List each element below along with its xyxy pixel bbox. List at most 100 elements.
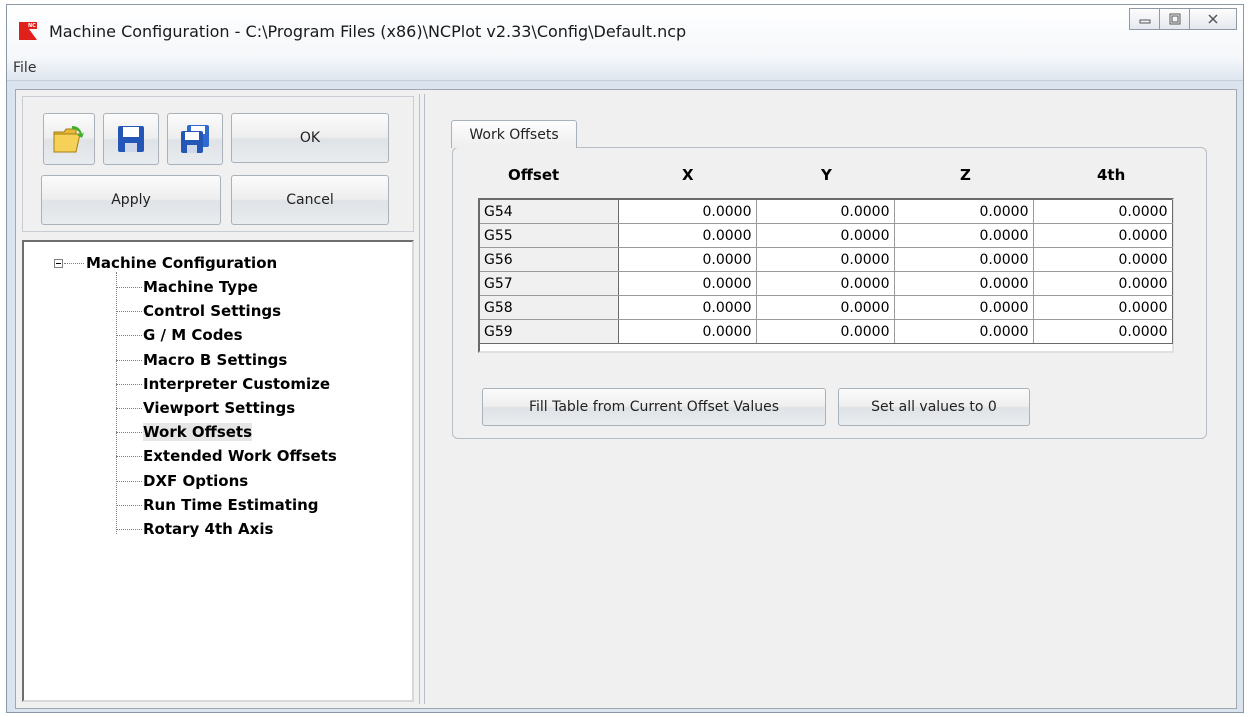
offset-value-cell[interactable]: 0.0000 xyxy=(618,271,757,296)
svg-text:NC: NC xyxy=(28,23,36,29)
offset-value-cell[interactable]: 0.0000 xyxy=(756,319,895,344)
minimize-button[interactable] xyxy=(1129,8,1159,30)
cancel-label: Cancel xyxy=(286,192,334,208)
offset-value-cell[interactable]: 0.0000 xyxy=(1033,271,1173,296)
app-icon: NC xyxy=(19,22,37,40)
table-row: G59 0.0000 0.0000 0.0000 0.0000 xyxy=(480,319,1173,344)
tree-connector xyxy=(116,359,142,361)
tree-item-work-offsets[interactable]: Work Offsets xyxy=(143,423,253,442)
maximize-button[interactable] xyxy=(1159,8,1189,30)
offset-value-cell[interactable]: 0.0000 xyxy=(894,271,1034,296)
open-folder-icon xyxy=(53,126,84,153)
main-window: NC Machine Configuration - C:\Program Fi… xyxy=(6,4,1244,713)
tree-connector xyxy=(116,456,142,458)
offset-value-cell[interactable]: 0.0000 xyxy=(756,247,895,272)
tree-connector xyxy=(116,504,142,506)
offset-value-cell[interactable]: 0.0000 xyxy=(618,223,757,248)
set-all-zero-button[interactable]: Set all values to 0 xyxy=(838,388,1030,426)
left-panel: OK Apply Cancel Machine Configuration Ma… xyxy=(22,96,414,702)
tree-root-machine-configuration[interactable]: Machine Configuration xyxy=(86,254,277,272)
splitter[interactable] xyxy=(419,94,420,704)
offset-value-cell[interactable]: 0.0000 xyxy=(618,295,757,320)
splitter-edge xyxy=(424,94,425,704)
cancel-button[interactable]: Cancel xyxy=(231,175,389,225)
save-button[interactable] xyxy=(103,113,159,165)
apply-button[interactable]: Apply xyxy=(41,175,221,225)
offset-code-cell: G55 xyxy=(480,223,619,248)
offset-value-cell[interactable]: 0.0000 xyxy=(1033,247,1173,272)
apply-label: Apply xyxy=(111,192,151,208)
tree-item-viewport-settings[interactable]: Viewport Settings xyxy=(143,399,295,417)
tree-item-control-settings[interactable]: Control Settings xyxy=(143,302,281,320)
offset-value-cell[interactable]: 0.0000 xyxy=(1033,295,1173,320)
offset-value-cell[interactable]: 0.0000 xyxy=(618,247,757,272)
tab-work-offsets[interactable]: Work Offsets xyxy=(451,120,577,148)
table-row: G55 0.0000 0.0000 0.0000 0.0000 xyxy=(480,223,1173,248)
tree-connector xyxy=(116,335,142,337)
header-z: Z xyxy=(960,166,971,184)
offset-value-cell[interactable]: 0.0000 xyxy=(894,295,1034,320)
menu-file[interactable]: File xyxy=(13,60,36,76)
ok-button[interactable]: OK xyxy=(231,113,389,163)
offset-value-cell[interactable]: 0.0000 xyxy=(618,319,757,344)
tree-connector xyxy=(116,287,142,288)
fill-table-label: Fill Table from Current Offset Values xyxy=(528,399,780,415)
window-title: Machine Configuration - C:\Program Files… xyxy=(49,22,687,41)
set-all-zero-label: Set all values to 0 xyxy=(871,399,997,415)
offset-code-cell: G57 xyxy=(480,271,619,296)
tree-item-macro-b-settings[interactable]: Macro B Settings xyxy=(143,351,287,369)
offset-value-cell[interactable]: 0.0000 xyxy=(1033,223,1173,248)
tree-item-machine-type[interactable]: Machine Type xyxy=(143,278,258,296)
save-as-button[interactable] xyxy=(167,113,223,165)
tree-connector xyxy=(116,383,142,385)
offset-code-cell: G54 xyxy=(480,200,619,224)
tree-item-run-time-estimating[interactable]: Run Time Estimating xyxy=(143,496,319,514)
tree-item-extended-work-offsets[interactable]: Extended Work Offsets xyxy=(143,447,337,465)
offset-value-cell[interactable]: 0.0000 xyxy=(756,223,895,248)
open-button[interactable] xyxy=(43,113,95,165)
tree-connector xyxy=(116,529,142,530)
tree-item-g-m-codes[interactable]: G / M Codes xyxy=(143,326,243,344)
close-button[interactable] xyxy=(1189,8,1237,30)
offset-value-cell[interactable]: 0.0000 xyxy=(1033,319,1173,344)
tree-connector xyxy=(116,432,142,434)
header-4th: 4th xyxy=(1097,166,1126,184)
ok-label: OK xyxy=(299,130,321,146)
offset-value-cell[interactable]: 0.0000 xyxy=(618,200,757,224)
table-row: G57 0.0000 0.0000 0.0000 0.0000 xyxy=(480,271,1173,296)
offset-value-cell[interactable]: 0.0000 xyxy=(756,295,895,320)
tree-connector xyxy=(116,480,142,482)
tree-connector xyxy=(116,408,142,409)
close-icon xyxy=(1208,14,1218,24)
table-row: G56 0.0000 0.0000 0.0000 0.0000 xyxy=(480,247,1173,272)
tree-connector xyxy=(116,311,142,313)
menu-bar: File xyxy=(7,57,1243,81)
offset-value-cell[interactable]: 0.0000 xyxy=(1033,200,1173,224)
title-bar[interactable]: NC Machine Configuration - C:\Program Fi… xyxy=(7,5,1243,57)
tree-item-interpreter-customize[interactable]: Interpreter Customize xyxy=(143,375,330,393)
offset-code-cell: G58 xyxy=(480,295,619,320)
offset-value-cell[interactable]: 0.0000 xyxy=(756,200,895,224)
collapse-toggle[interactable] xyxy=(54,259,63,268)
header-offset: Offset xyxy=(508,166,560,184)
offsets-table: G54 0.0000 0.0000 0.0000 0.0000 G55 0.0000 0.00… xyxy=(478,198,1174,353)
offset-value-cell[interactable]: 0.0000 xyxy=(894,200,1034,224)
tree-connector xyxy=(64,263,84,264)
tree-item-rotary-4th-axis[interactable]: Rotary 4th Axis xyxy=(143,520,273,538)
header-y: Y xyxy=(821,166,832,184)
save-icon xyxy=(118,126,144,152)
offset-value-cell[interactable]: 0.0000 xyxy=(894,247,1034,272)
offset-value-cell[interactable]: 0.0000 xyxy=(894,223,1034,248)
offset-value-cell[interactable]: 0.0000 xyxy=(756,271,895,296)
offset-code-cell: G56 xyxy=(480,247,619,272)
dialog-body: OK Apply Cancel Machine Configuration Ma… xyxy=(15,89,1237,709)
fill-table-button[interactable]: Fill Table from Current Offset Values xyxy=(482,388,826,426)
offset-code-cell: G59 xyxy=(480,319,619,344)
minimize-icon xyxy=(1139,19,1150,24)
config-tree[interactable]: Machine Configuration Machine Type Contro… xyxy=(22,240,414,702)
table-row: G54 0.0000 0.0000 0.0000 0.0000 xyxy=(480,200,1173,224)
toolbar-area: OK Apply Cancel xyxy=(22,96,414,232)
offset-value-cell[interactable]: 0.0000 xyxy=(894,319,1034,344)
window-controls xyxy=(1129,8,1237,30)
tree-item-dxf-options[interactable]: DXF Options xyxy=(143,472,248,490)
